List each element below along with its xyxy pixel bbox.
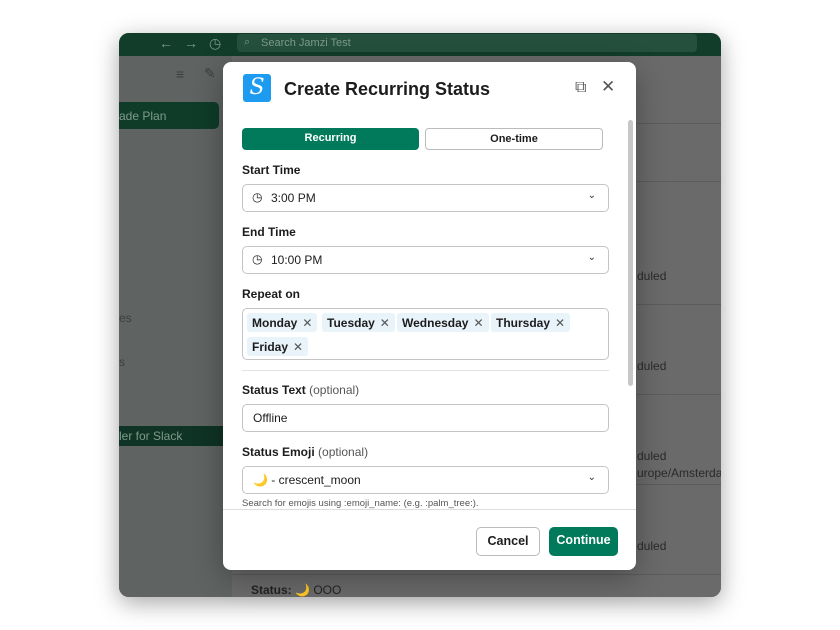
status-emoji-select[interactable]: 🌙 - crescent_moon ⌄: [242, 466, 609, 494]
day-chip: Wednesday ✕: [397, 313, 489, 332]
clock-icon: ◷: [252, 190, 263, 204]
day-chip: Monday ✕: [247, 313, 318, 332]
popout-icon[interactable]: ⧉: [575, 79, 586, 97]
dialog-body: Recurring One-time Start Time ◷ 3:00 PM …: [223, 122, 636, 510]
status-line: Status: 🌙 OOO: [251, 583, 341, 597]
search-placeholder: Search Jamzi Test: [261, 37, 351, 49]
tab-recurring[interactable]: Recurring: [242, 128, 419, 150]
chevron-down-icon: ⌄: [587, 190, 596, 201]
sidebar-item[interactable]: es: [119, 311, 132, 325]
row-text: duled: [637, 359, 667, 373]
remove-icon[interactable]: ✕: [293, 340, 303, 354]
status-text-input[interactable]: Offline: [242, 404, 609, 432]
compose-icon[interactable]: ✎: [204, 65, 216, 82]
repeat-on-label: Repeat on: [242, 287, 301, 301]
close-icon[interactable]: ✕: [601, 77, 615, 97]
create-recurring-status-dialog: S Create Recurring Status ⧉ ✕ Recurring …: [223, 62, 636, 570]
divider: [242, 370, 609, 371]
chevron-down-icon: ⌄: [587, 472, 596, 483]
status-value: OOO: [313, 583, 342, 597]
start-time-value: 3:00 PM: [271, 191, 316, 205]
remove-icon[interactable]: ✕: [555, 316, 565, 330]
crescent-moon-icon: 🌙: [253, 473, 268, 487]
row-text: duled: [637, 539, 667, 553]
clock-icon: ◷: [252, 252, 263, 266]
search-input[interactable]: ⌕ Search Jamzi Test: [237, 34, 697, 52]
sidebar: ≡ ✎ ade Plan es s ler for Slack: [119, 56, 232, 597]
filter-icon[interactable]: ≡: [176, 66, 184, 82]
dialog-title: Create Recurring Status: [284, 79, 491, 99]
crescent-moon-icon: 🌙: [295, 583, 310, 597]
remove-icon[interactable]: ✕: [380, 316, 390, 330]
repeat-on-multiselect[interactable]: Monday ✕ Tuesday ✕ Wednesday ✕ Thursday ✕ Fr…: [242, 308, 609, 360]
end-time-value: 10:00 PM: [271, 253, 323, 267]
status-emoji-value: - crescent_moon: [271, 473, 361, 487]
end-time-select[interactable]: ◷ 10:00 PM ⌄: [242, 246, 609, 274]
end-time-label: End Time: [242, 225, 296, 239]
tab-one-time[interactable]: One-time: [425, 128, 603, 150]
row-text: urope/Amsterda: [637, 466, 721, 480]
status-text-label: Status Text (optional): [242, 383, 360, 397]
back-arrow-icon[interactable]: ←: [159, 35, 173, 51]
row-text: duled: [637, 449, 667, 463]
remove-icon[interactable]: ✕: [473, 316, 483, 330]
sidebar-item-app[interactable]: ler for Slack: [119, 426, 223, 446]
cancel-button[interactable]: Cancel: [476, 527, 540, 556]
row-text: duled: [637, 269, 667, 283]
day-chip: Friday ✕: [247, 337, 309, 356]
sidebar-item-upgrade-plan[interactable]: ade Plan: [119, 102, 219, 129]
dialog-footer: Cancel Continue: [223, 509, 636, 570]
start-time-label: Start Time: [242, 163, 301, 177]
status-label: Status:: [251, 583, 292, 597]
emoji-help-text: Search for emojis using :emoji_name: (e.…: [242, 498, 479, 509]
app-logo: S: [243, 74, 271, 102]
remove-icon[interactable]: ✕: [302, 316, 312, 330]
forward-arrow-icon[interactable]: →: [184, 35, 198, 51]
status-emoji-label: Status Emoji (optional): [242, 445, 369, 459]
continue-button[interactable]: Continue: [549, 527, 618, 556]
day-chip: Thursday ✕: [491, 313, 571, 332]
scrollbar[interactable]: [628, 120, 633, 386]
chevron-down-icon: ⌄: [587, 252, 596, 263]
search-icon: ⌕: [244, 36, 251, 48]
sidebar-item[interactable]: s: [119, 355, 125, 369]
title-bar: ← → ◷ ⌕ Search Jamzi Test: [119, 33, 721, 56]
day-chip: Tuesday ✕: [322, 313, 395, 332]
history-clock-icon[interactable]: ◷: [209, 35, 221, 52]
start-time-select[interactable]: ◷ 3:00 PM ⌄: [242, 184, 609, 212]
